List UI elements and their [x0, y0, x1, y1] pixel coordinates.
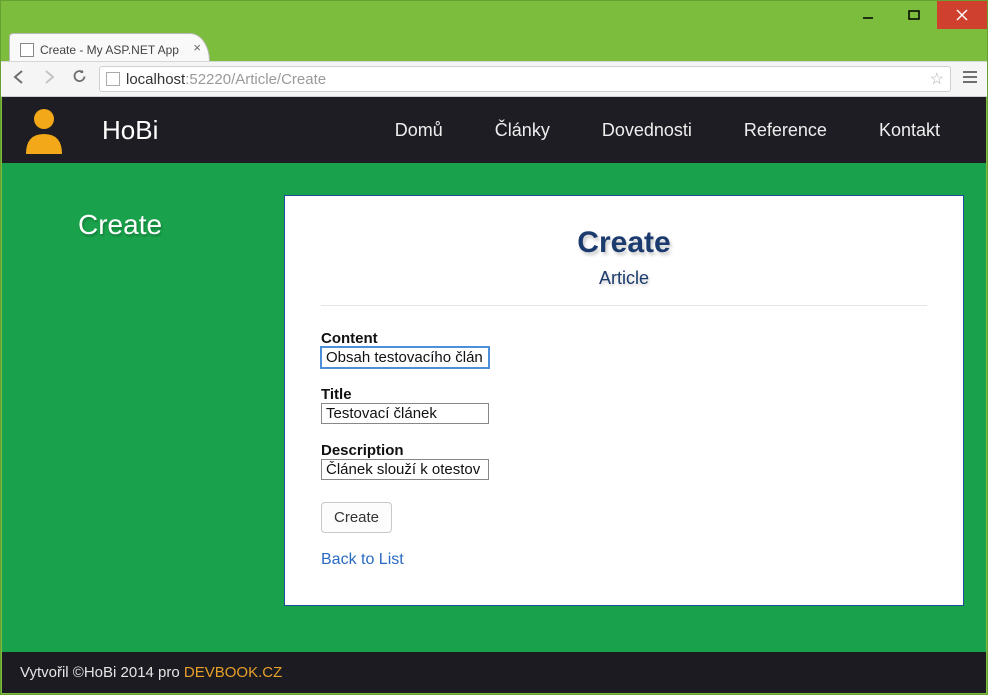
browser-toolbar: localhost:52220/Article/Create ☆ [1, 61, 987, 97]
content-input[interactable] [321, 347, 489, 368]
back-to-list-link[interactable]: Back to List [321, 551, 404, 569]
field-title: Title [321, 386, 927, 424]
footer-devbook-link[interactable]: DEVBOOK.CZ [184, 664, 282, 681]
back-icon[interactable] [9, 68, 29, 91]
browser-window: Create - My ASP.NET App × localhost:5222… [0, 0, 988, 695]
form-card: Create Article Content Title Description… [284, 195, 964, 606]
user-avatar-icon [22, 106, 66, 154]
nav-link-references[interactable]: Reference [718, 120, 853, 141]
hamburger-menu-icon[interactable] [961, 68, 979, 91]
window-minimize-button[interactable] [845, 1, 891, 29]
tab-close-icon[interactable]: × [193, 40, 201, 55]
window-maximize-button[interactable] [891, 1, 937, 29]
site-footer: Vytvořil ©HoBi 2014 pro DEVBOOK.CZ [2, 652, 986, 693]
field-description: Description [321, 442, 927, 480]
browser-tab[interactable]: Create - My ASP.NET App × [9, 33, 210, 61]
site-brand[interactable]: HoBi [102, 115, 158, 146]
divider [321, 305, 927, 306]
content-label: Content [321, 330, 927, 347]
url-path: :52220/Article/Create [185, 71, 326, 88]
title-input[interactable] [321, 403, 489, 424]
page-viewport: HoBi Domů Články Dovednosti Reference Ko… [2, 97, 986, 693]
window-close-button[interactable] [937, 1, 987, 29]
forward-icon[interactable] [39, 68, 59, 91]
create-button[interactable]: Create [321, 502, 392, 533]
nav-link-skills[interactable]: Dovednosti [576, 120, 718, 141]
page-icon [106, 72, 120, 86]
title-label: Title [321, 386, 927, 403]
page-heading: Create [321, 226, 927, 260]
description-input[interactable] [321, 459, 489, 480]
address-bar[interactable]: localhost:52220/Article/Create ☆ [99, 66, 951, 92]
tab-title: Create - My ASP.NET App [40, 43, 179, 57]
main-nav: Domů Články Dovednosti Reference Kontakt [369, 120, 966, 141]
window-titlebar [1, 1, 987, 29]
nav-link-articles[interactable]: Články [469, 120, 576, 141]
sidebar-title: Create [78, 209, 162, 241]
nav-link-contact[interactable]: Kontakt [853, 120, 966, 141]
field-content: Content [321, 330, 927, 368]
page-subtitle: Article [321, 268, 927, 289]
bookmark-star-icon[interactable]: ☆ [930, 69, 944, 89]
sidebar: Create [24, 195, 162, 606]
tab-favicon-icon [20, 43, 34, 57]
footer-text: Vytvořil ©HoBi 2014 pro [20, 664, 184, 681]
nav-link-home[interactable]: Domů [369, 120, 469, 141]
content-row: Create Create Article Content Title Desc… [2, 163, 986, 646]
description-label: Description [321, 442, 927, 459]
site-header: HoBi Domů Články Dovednosti Reference Ko… [2, 97, 986, 163]
reload-icon[interactable] [69, 68, 89, 90]
browser-tabstrip: Create - My ASP.NET App × [1, 29, 987, 61]
url-host: localhost [126, 71, 185, 88]
